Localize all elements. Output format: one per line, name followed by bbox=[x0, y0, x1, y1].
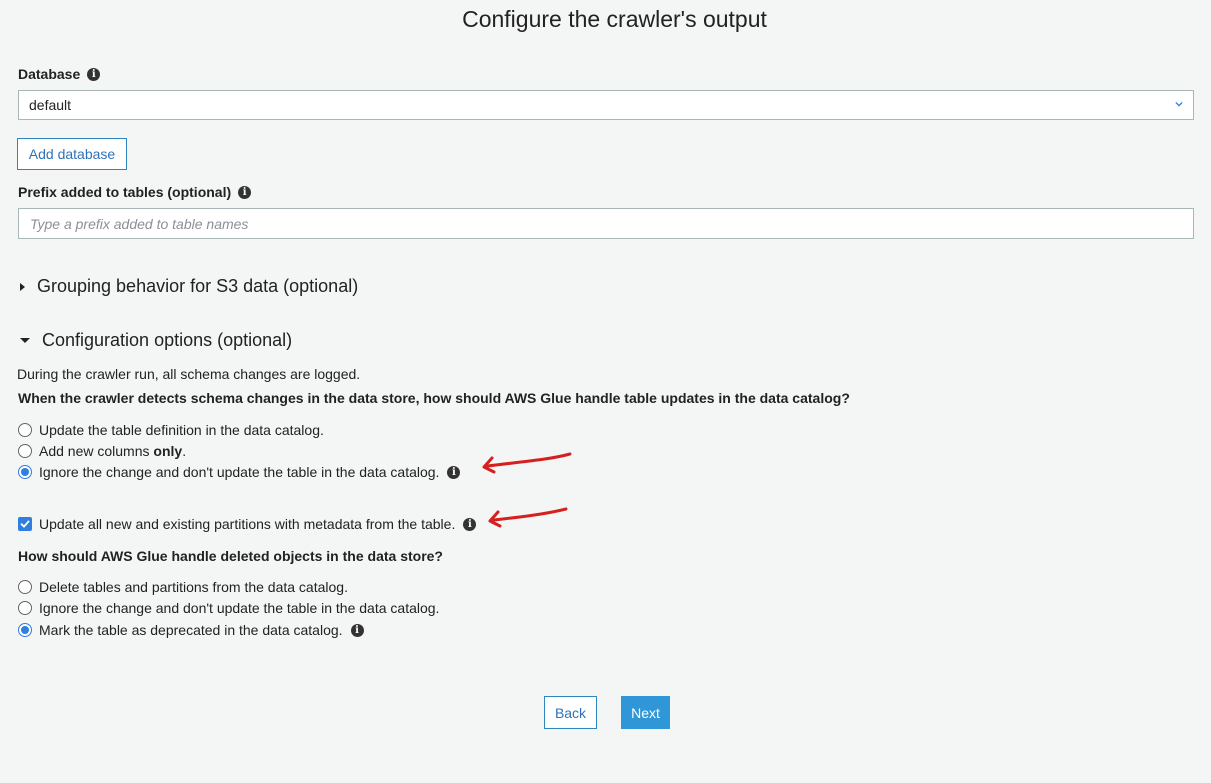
crawler-output-page: Configure the crawler's output Database … bbox=[0, 0, 1211, 783]
caret-right-icon bbox=[20, 282, 25, 291]
annotation-arrow bbox=[482, 452, 572, 474]
info-icon[interactable]: i bbox=[447, 465, 461, 479]
radio-button-selected[interactable] bbox=[18, 465, 32, 479]
radio-button-selected[interactable] bbox=[18, 623, 32, 637]
radio-button[interactable] bbox=[18, 580, 32, 594]
delete-option-deprecate[interactable]: Mark the table as deprecated in the data… bbox=[18, 621, 364, 639]
prefix-input[interactable] bbox=[18, 208, 1194, 239]
add-database-button[interactable]: Add database bbox=[17, 138, 127, 170]
info-icon[interactable]: i bbox=[463, 517, 477, 531]
radio-button[interactable] bbox=[18, 601, 32, 615]
info-icon[interactable]: i bbox=[87, 67, 101, 81]
info-icon[interactable]: i bbox=[238, 185, 252, 199]
schema-option-update[interactable]: Update the table definition in the data … bbox=[18, 421, 324, 439]
chevron-down-icon bbox=[1175, 101, 1183, 107]
schema-option-add-columns[interactable]: Add new columns only. bbox=[18, 442, 186, 460]
database-label: Database i bbox=[18, 66, 101, 82]
page-title: Configure the crawler's output bbox=[462, 6, 767, 32]
database-select[interactable]: default bbox=[18, 90, 1194, 120]
checkmark-icon bbox=[20, 520, 30, 528]
back-button[interactable]: Back bbox=[544, 696, 597, 729]
caret-down-icon bbox=[20, 338, 30, 343]
schema-question: When the crawler detects schema changes … bbox=[18, 390, 850, 406]
annotation-arrow bbox=[488, 507, 568, 528]
grouping-section-toggle[interactable]: Grouping behavior for S3 data (optional) bbox=[20, 276, 358, 297]
delete-question: How should AWS Glue handle deleted objec… bbox=[18, 548, 443, 564]
delete-option-delete[interactable]: Delete tables and partitions from the da… bbox=[18, 578, 348, 596]
config-note: During the crawler run, all schema chang… bbox=[17, 366, 361, 382]
radio-button[interactable] bbox=[18, 423, 32, 437]
schema-option-ignore[interactable]: Ignore the change and don't update the t… bbox=[18, 463, 461, 481]
config-section-toggle[interactable]: Configuration options (optional) bbox=[20, 330, 292, 351]
radio-button[interactable] bbox=[18, 444, 32, 458]
next-button[interactable]: Next bbox=[621, 696, 670, 729]
delete-option-ignore[interactable]: Ignore the change and don't update the t… bbox=[18, 599, 439, 617]
partition-update-checkbox-row[interactable]: Update all new and existing partitions w… bbox=[18, 515, 477, 533]
checkbox-checked[interactable] bbox=[18, 517, 32, 531]
info-icon[interactable]: i bbox=[350, 623, 364, 637]
prefix-label: Prefix added to tables (optional) i bbox=[18, 184, 252, 200]
